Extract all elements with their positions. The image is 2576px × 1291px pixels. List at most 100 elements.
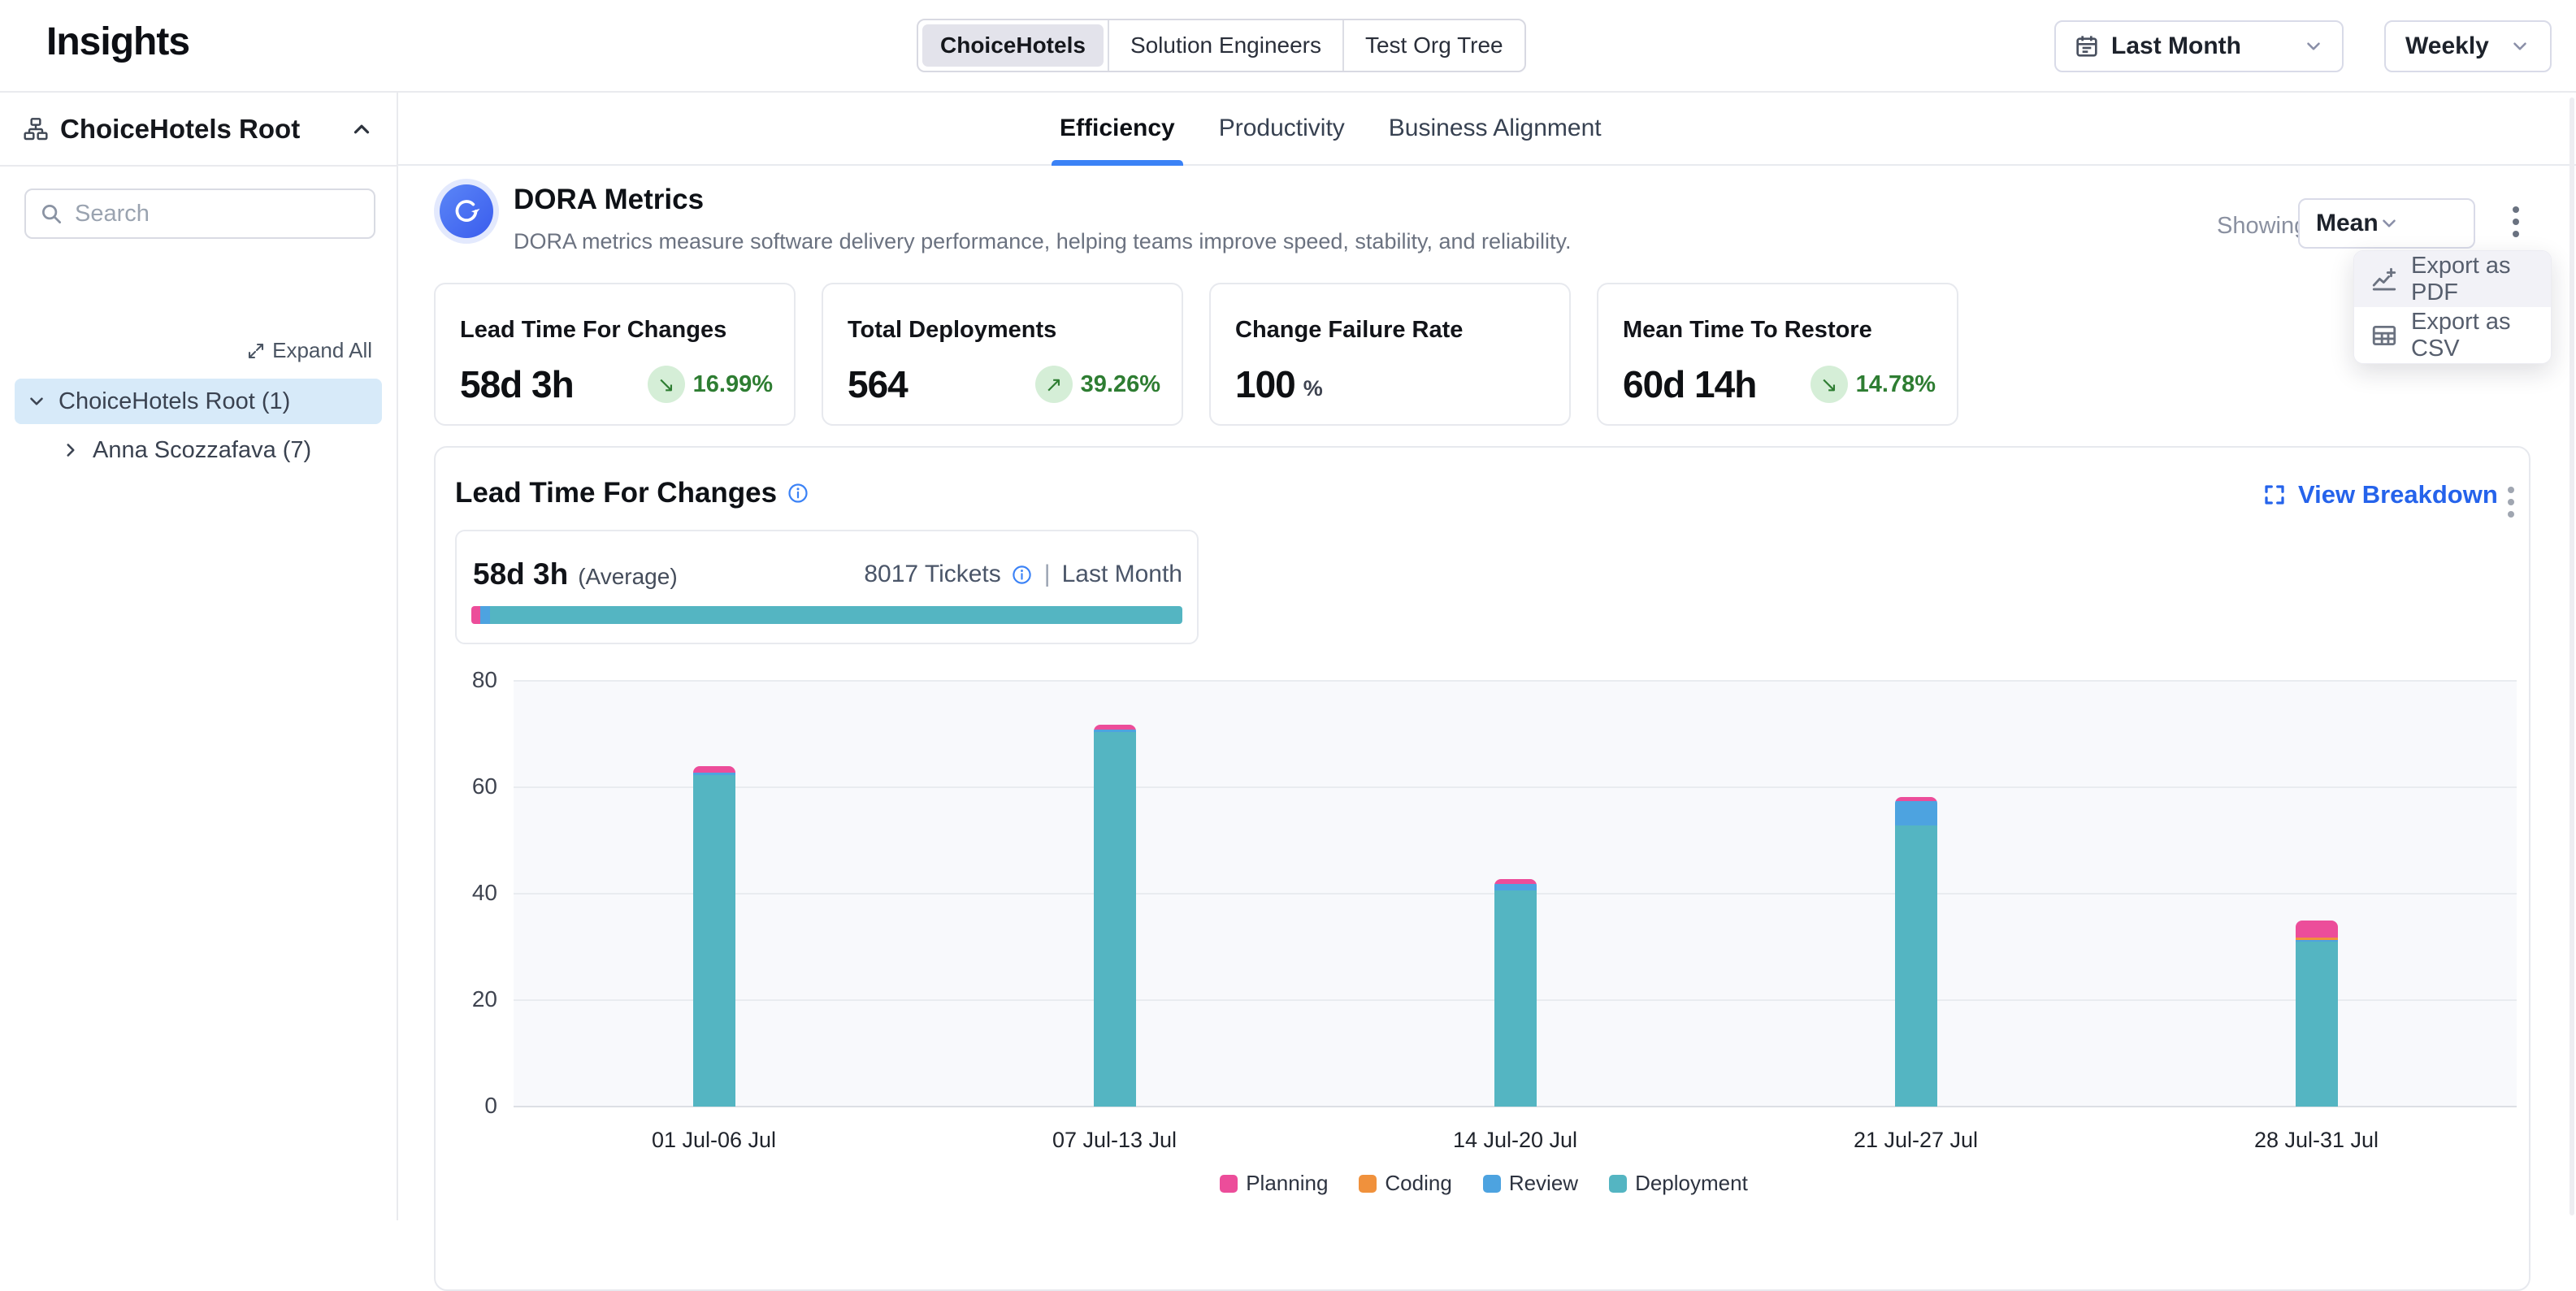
chart-more-options-button[interactable]	[2503, 482, 2519, 522]
page-title: Insights	[46, 19, 189, 64]
dora-metrics-icon	[434, 179, 499, 244]
plot-area	[514, 681, 2517, 1107]
info-icon[interactable]	[1011, 564, 1033, 586]
date-range-dropdown[interactable]: Last Month	[2054, 20, 2344, 72]
view-breakdown-button[interactable]: View Breakdown	[2262, 480, 2498, 509]
menu-item-export-as-csv[interactable]: Export as CSV	[2354, 307, 2551, 363]
granularity-value: Weekly	[2405, 32, 2489, 60]
table-icon	[2370, 322, 2398, 349]
legend-item-planning[interactable]: Planning	[1220, 1171, 1328, 1196]
metric-card-value: 100	[1235, 362, 1295, 406]
x-tick-21-jul-27-jul: 21 Jul-27 Jul	[1794, 1128, 2038, 1153]
search-icon	[39, 201, 63, 226]
chevron-down-icon	[2509, 36, 2530, 57]
dora-metrics-description: DORA metrics measure software delivery p…	[514, 229, 1572, 254]
bar-segment-planning	[2296, 921, 2338, 938]
section-title: Lead Time For Changes	[455, 477, 777, 509]
aggregation-value: Mean	[2316, 210, 2379, 237]
gridline-60	[514, 786, 2517, 788]
x-tick-01-jul-06-jul: 01 Jul-06 Jul	[592, 1128, 836, 1153]
bar-segment-deployment	[693, 775, 735, 1107]
progress-segment-review	[480, 606, 489, 624]
org-tab-solution-engineers[interactable]: Solution Engineers	[1108, 20, 1342, 71]
tree-item-choicehotels-root-1-[interactable]: ChoiceHotels Root (1)	[15, 379, 382, 424]
bar-14-jul-20-jul[interactable]	[1494, 879, 1537, 1107]
legend-item-review[interactable]: Review	[1483, 1171, 1578, 1196]
chevron-down-icon	[2303, 36, 2324, 57]
metric-card-value-row: 58d 3h↘16.99%	[460, 362, 773, 406]
legend-label: Coding	[1385, 1171, 1451, 1196]
metric-card-unit: %	[1303, 376, 1323, 401]
search-input[interactable]	[75, 201, 343, 227]
legend-swatch-coding	[1359, 1175, 1377, 1193]
aggregation-dropdown[interactable]: Mean	[2298, 198, 2475, 249]
metric-card-title: Lead Time For Changes	[460, 317, 726, 344]
bar-07-jul-13-jul[interactable]	[1094, 725, 1136, 1107]
bar-21-jul-27-jul[interactable]	[1895, 797, 1937, 1107]
granularity-dropdown[interactable]: Weekly	[2384, 20, 2552, 72]
sidebar-collapse-button[interactable]	[349, 117, 374, 141]
bar-segment-deployment	[1494, 890, 1537, 1107]
tree-item-label: ChoiceHotels Root (1)	[59, 388, 290, 415]
legend-label: Deployment	[1635, 1171, 1748, 1196]
progress-segment-planning	[471, 606, 480, 624]
metric-card-value-row: 564↗39.26%	[848, 362, 1160, 406]
average-stats-card: 58d 3h (Average) 8017 Tickets | Last Mon…	[455, 530, 1199, 644]
menu-item-export-as-pdf[interactable]: Export as PDF	[2354, 251, 2551, 307]
x-tick-28-jul-31-jul: 28 Jul-31 Jul	[2195, 1128, 2439, 1153]
phase-progress-bar	[471, 606, 1182, 624]
metric-card-value-row: 60d 14h↘14.78%	[1623, 362, 1936, 406]
legend-item-coding[interactable]: Coding	[1359, 1171, 1451, 1196]
metric-cards-row: Lead Time For Changes 58d 3h↘16.99% Total …	[434, 283, 1958, 426]
bar-segment-deployment	[1094, 732, 1136, 1107]
cycle-arrow-icon	[440, 184, 493, 238]
info-icon[interactable]	[787, 482, 809, 505]
org-tab-choicehotels[interactable]: ChoiceHotels	[922, 24, 1104, 67]
top-header: Insights ChoiceHotelsSolution EngineersT…	[0, 0, 2576, 93]
legend-item-deployment[interactable]: Deployment	[1609, 1171, 1748, 1196]
trend-value: 16.99%	[693, 371, 773, 398]
tree-item-anna-scozzafava-7-[interactable]: Anna Scozzafava (7)	[15, 427, 382, 473]
tab-efficiency[interactable]: Efficiency	[1056, 93, 1178, 164]
expand-corners-icon	[2262, 483, 2287, 507]
expand-arrows-icon	[246, 341, 266, 361]
chevron-right-icon	[60, 440, 81, 461]
main-content: DORA Metrics DORA metrics measure softwa…	[398, 167, 2576, 1220]
org-tree-icon	[23, 116, 49, 142]
bar-segment-deployment	[1895, 825, 1937, 1107]
main-tabs: Efficiency Productivity Business Alignment	[1056, 93, 1605, 164]
progress-segment-deployment	[490, 606, 1182, 624]
average-value: 58d 3h	[473, 557, 568, 591]
metric-card-title: Total Deployments	[848, 317, 1056, 344]
gridline-80	[514, 680, 2517, 682]
tab-productivity[interactable]: Productivity	[1216, 93, 1348, 164]
chart-legend: Planning Coding Review Deployment	[436, 1171, 2532, 1196]
sidebar-header: ChoiceHotels Root	[0, 93, 397, 167]
metric-card-total-deployments: Total Deployments 564↗39.26%	[822, 283, 1183, 426]
metric-card-value-row: 100%	[1235, 362, 1548, 406]
org-tab-test-org-tree[interactable]: Test Org Tree	[1342, 20, 1524, 71]
expand-all-button[interactable]: Expand All	[246, 338, 372, 363]
menu-item-label: Export as CSV	[2411, 309, 2535, 362]
bar-segment-planning	[693, 766, 735, 773]
legend-swatch-deployment	[1609, 1175, 1627, 1193]
date-range-value: Last Month	[2111, 32, 2241, 60]
search-box[interactable]	[24, 188, 375, 239]
more-options-button[interactable]	[2508, 201, 2524, 242]
y-tick-60: 60	[440, 773, 497, 799]
x-tick-14-jul-20-jul: 14 Jul-20 Jul	[1394, 1128, 1637, 1153]
tree-item-label: Anna Scozzafava (7)	[93, 437, 311, 464]
tab-business-alignment[interactable]: Business Alignment	[1386, 93, 1605, 164]
lead-time-section: Lead Time For Changes View Breakdown 58d…	[434, 446, 2530, 1291]
trend-value: 14.78%	[1856, 371, 1936, 398]
metric-card-change-failure-rate: Change Failure Rate100%	[1209, 283, 1571, 426]
bar-01-jul-06-jul[interactable]	[693, 766, 735, 1107]
scrollbar-track[interactable]	[2569, 97, 2574, 1215]
divider: |	[1044, 561, 1051, 588]
trend-badge: ↘14.78%	[1811, 366, 1936, 403]
sidebar-root-label: ChoiceHotels Root	[60, 114, 300, 145]
legend-swatch-review	[1483, 1175, 1501, 1193]
menu-item-label: Export as PDF	[2411, 253, 2535, 306]
bar-28-jul-31-jul[interactable]	[2296, 921, 2338, 1107]
legend-swatch-planning	[1220, 1175, 1238, 1193]
